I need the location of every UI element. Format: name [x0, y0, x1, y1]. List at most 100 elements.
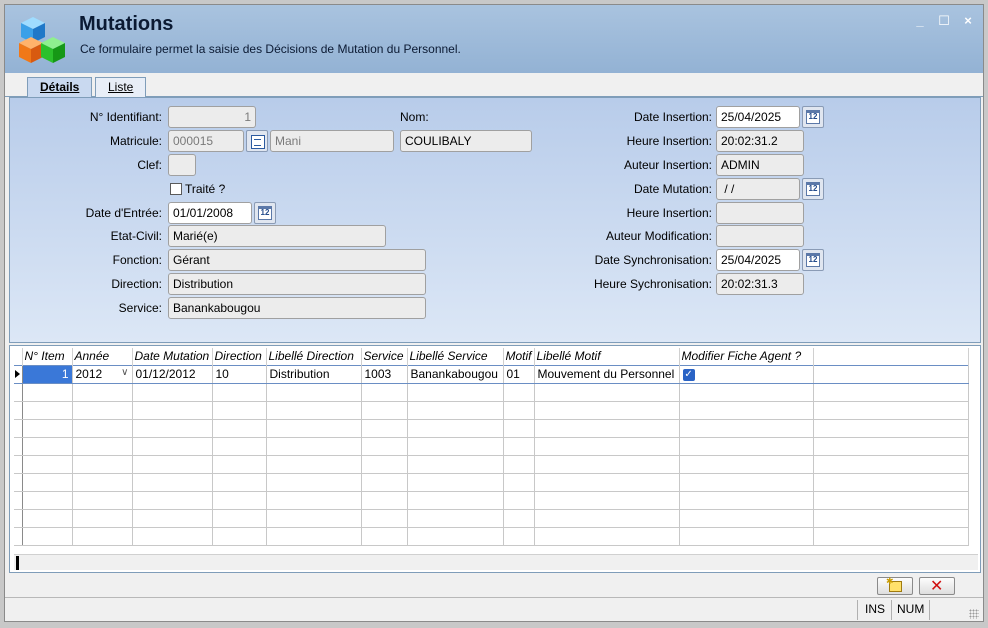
- empty-cell[interactable]: [72, 383, 133, 402]
- resize-grip-icon[interactable]: [969, 609, 979, 619]
- empty-cell[interactable]: [361, 401, 408, 420]
- empty-cell[interactable]: [679, 437, 814, 456]
- date-mutation-calendar-button[interactable]: 12: [802, 178, 824, 200]
- direction-field[interactable]: Distribution: [168, 273, 426, 295]
- cell-service[interactable]: 1003: [361, 364, 408, 384]
- auteur-insertion-field[interactable]: ADMIN: [716, 154, 804, 176]
- heure-insertion-2-field[interactable]: [716, 202, 804, 224]
- empty-cell[interactable]: [361, 419, 408, 438]
- empty-cell[interactable]: [534, 383, 680, 402]
- tab-liste[interactable]: Liste: [95, 77, 147, 98]
- empty-cell[interactable]: [132, 527, 213, 546]
- nom-field[interactable]: COULIBALY: [400, 130, 532, 152]
- empty-cell[interactable]: [72, 527, 133, 546]
- empty-cell[interactable]: [212, 383, 267, 402]
- table-row[interactable]: [14, 491, 969, 510]
- empty-cell[interactable]: [679, 455, 814, 474]
- empty-cell[interactable]: [22, 419, 73, 438]
- empty-cell[interactable]: [132, 383, 213, 402]
- empty-cell[interactable]: [361, 383, 408, 402]
- table-row[interactable]: [14, 473, 969, 492]
- empty-cell[interactable]: [132, 437, 213, 456]
- empty-cell[interactable]: [503, 383, 535, 402]
- horizontal-scrollbar[interactable]: [14, 554, 978, 570]
- empty-cell[interactable]: [72, 509, 133, 528]
- empty-cell[interactable]: [407, 401, 504, 420]
- empty-cell[interactable]: [503, 491, 535, 510]
- empty-cell[interactable]: [679, 473, 814, 492]
- date-synchro-field[interactable]: 25/04/2025: [716, 249, 800, 271]
- empty-cell[interactable]: [72, 419, 133, 438]
- empty-cell[interactable]: [534, 473, 680, 492]
- empty-cell[interactable]: [407, 455, 504, 474]
- col-header-libelle-service[interactable]: Libellé Service: [407, 348, 504, 365]
- empty-cell[interactable]: [212, 437, 267, 456]
- empty-cell[interactable]: [132, 509, 213, 528]
- empty-cell[interactable]: [813, 455, 969, 474]
- maximize-button[interactable]: ☐: [937, 13, 951, 29]
- cell-modifier-fiche[interactable]: ✓: [679, 364, 814, 384]
- empty-cell[interactable]: [503, 527, 535, 546]
- chevron-down-icon[interactable]: ∨: [121, 367, 128, 378]
- empty-cell[interactable]: [212, 491, 267, 510]
- minimize-button[interactable]: _: [913, 13, 927, 29]
- empty-cell[interactable]: [503, 419, 535, 438]
- empty-cell[interactable]: [361, 437, 408, 456]
- empty-cell[interactable]: [72, 491, 133, 510]
- service-field[interactable]: Banankabougou: [168, 297, 426, 319]
- empty-cell[interactable]: [266, 383, 362, 402]
- empty-cell[interactable]: [212, 509, 267, 528]
- empty-cell[interactable]: [503, 473, 535, 492]
- empty-cell[interactable]: [407, 491, 504, 510]
- empty-cell[interactable]: [813, 419, 969, 438]
- empty-cell[interactable]: [407, 509, 504, 528]
- empty-cell[interactable]: [132, 401, 213, 420]
- cell-item[interactable]: 1: [22, 364, 73, 384]
- etat-civil-field[interactable]: Marié(e): [168, 225, 386, 247]
- empty-cell[interactable]: [534, 419, 680, 438]
- empty-cell[interactable]: [266, 437, 362, 456]
- empty-cell[interactable]: [407, 419, 504, 438]
- empty-cell[interactable]: [72, 455, 133, 474]
- empty-cell[interactable]: [813, 491, 969, 510]
- empty-cell[interactable]: [266, 491, 362, 510]
- empty-cell[interactable]: [212, 401, 267, 420]
- empty-cell[interactable]: [22, 491, 73, 510]
- empty-cell[interactable]: [534, 455, 680, 474]
- col-header-libelle-motif[interactable]: Libellé Motif: [534, 348, 680, 365]
- empty-cell[interactable]: [534, 437, 680, 456]
- col-header-libelle-direction[interactable]: Libellé Direction: [266, 348, 362, 365]
- cell-date-mutation[interactable]: 01/12/2012: [132, 364, 213, 384]
- empty-cell[interactable]: [266, 419, 362, 438]
- empty-cell[interactable]: [22, 455, 73, 474]
- col-header-motif[interactable]: Motif: [503, 348, 535, 365]
- cell-motif[interactable]: 01: [503, 364, 535, 384]
- empty-cell[interactable]: [361, 455, 408, 474]
- tab-details[interactable]: Détails: [27, 77, 93, 98]
- empty-cell[interactable]: [534, 491, 680, 510]
- table-row[interactable]: [14, 383, 969, 402]
- empty-cell[interactable]: [813, 527, 969, 546]
- empty-cell[interactable]: [361, 491, 408, 510]
- table-row[interactable]: [14, 437, 969, 456]
- empty-cell[interactable]: [813, 509, 969, 528]
- mutations-grid[interactable]: N° Item Année Date Mutation Direction Li…: [9, 345, 981, 573]
- auteur-modification-field[interactable]: [716, 225, 804, 247]
- col-header-item[interactable]: N° Item: [22, 348, 73, 365]
- empty-cell[interactable]: [266, 473, 362, 492]
- empty-cell[interactable]: [407, 437, 504, 456]
- table-row[interactable]: [14, 401, 969, 420]
- empty-cell[interactable]: [266, 401, 362, 420]
- empty-cell[interactable]: [407, 527, 504, 546]
- cell-annee[interactable]: 2012 ∨: [72, 364, 133, 384]
- empty-cell[interactable]: [534, 527, 680, 546]
- empty-cell[interactable]: [361, 509, 408, 528]
- identifiant-field[interactable]: 1: [168, 106, 256, 128]
- empty-cell[interactable]: [679, 383, 814, 402]
- matricule-lookup-button[interactable]: [246, 130, 268, 152]
- empty-cell[interactable]: [266, 527, 362, 546]
- date-mutation-field[interactable]: / /: [716, 178, 800, 200]
- empty-cell[interactable]: [266, 509, 362, 528]
- date-insertion-calendar-button[interactable]: 12: [802, 106, 824, 128]
- empty-cell[interactable]: [72, 473, 133, 492]
